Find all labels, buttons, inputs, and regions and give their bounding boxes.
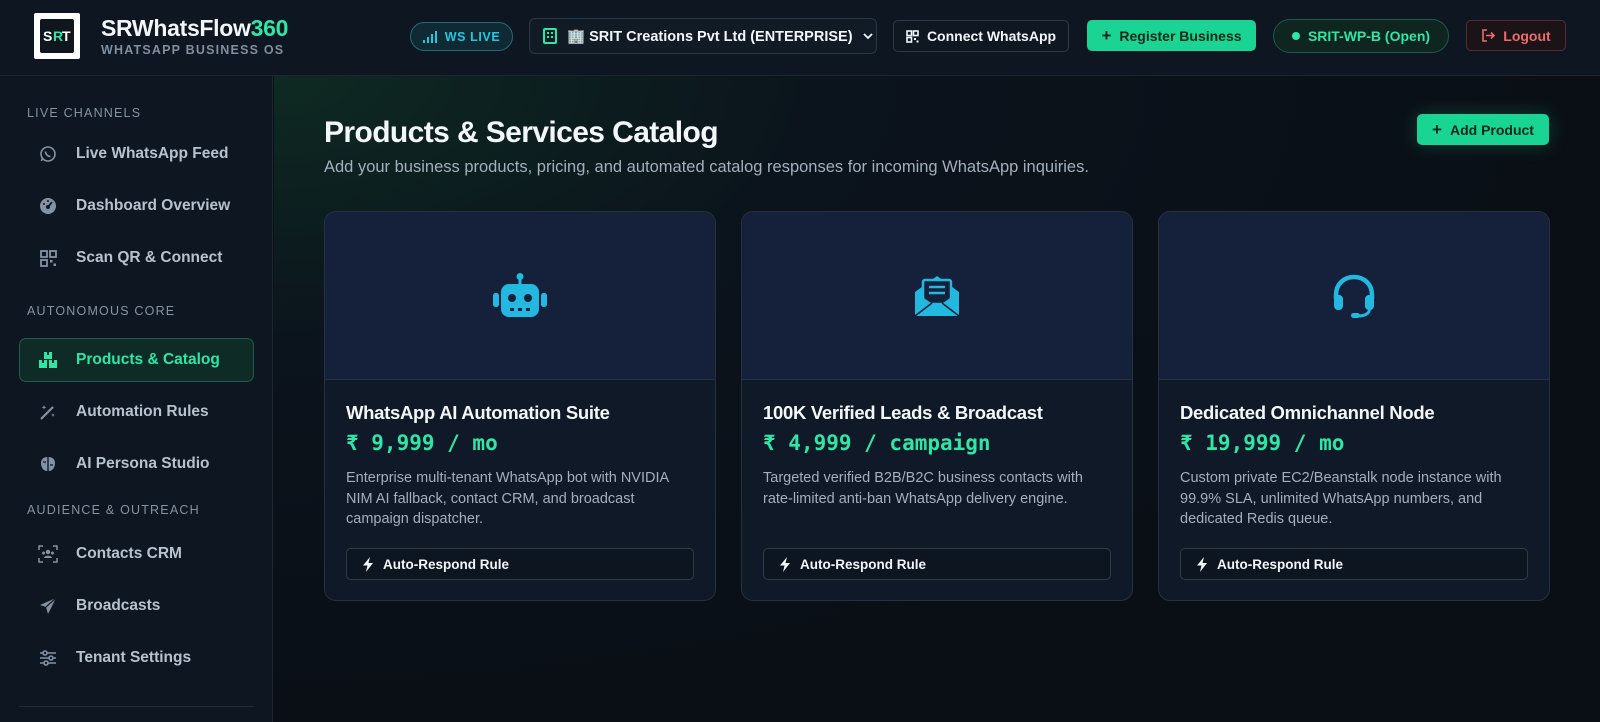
register-business-button[interactable]: + Register Business — [1087, 20, 1256, 51]
sidebar-item-label: Dashboard Overview — [76, 197, 231, 214]
product-description: Targeted verified B2B/B2C business conta… — [763, 470, 1083, 507]
chevron-down-icon — [862, 32, 873, 39]
building-icon — [543, 28, 557, 44]
sidebar-item-label: AI Persona Studio — [76, 455, 210, 472]
product-title: WhatsApp AI Automation Suite — [346, 402, 610, 423]
page-subtitle: Add your business products, pricing, and… — [324, 158, 1089, 176]
auto-respond-rule-label: Auto-Respond Rule — [383, 556, 509, 572]
logo-icon: S R T — [43, 28, 71, 44]
connect-whatsapp-button[interactable]: Connect WhatsApp — [893, 20, 1069, 52]
sidebar-item-dashboard-overview[interactable]: Dashboard Overview — [19, 184, 254, 228]
logout-label: Logout — [1503, 27, 1551, 44]
auto-respond-rule-label: Auto-Respond Rule — [800, 556, 926, 572]
sidebar-item-contacts-crm[interactable]: Contacts CRM — [19, 532, 254, 576]
paper-plane-icon — [38, 596, 58, 616]
svg-text:S: S — [43, 28, 52, 44]
sidebar-item-label: Automation Rules — [76, 403, 209, 420]
envelope-open-icon — [914, 275, 960, 317]
register-business-label: Register Business — [1119, 27, 1242, 44]
product-card[interactable]: 100K Verified Leads & Broadcast ₹ 4,999 … — [741, 211, 1133, 601]
robot-icon — [493, 272, 547, 317]
brand-logo[interactable]: S R T — [34, 13, 80, 59]
product-card[interactable]: WhatsApp AI Automation Suite ₹ 9,999 / m… — [324, 211, 716, 601]
product-card-media — [325, 212, 715, 380]
plus-icon: + — [1101, 26, 1112, 45]
qr-icon — [38, 248, 58, 268]
top-header: S R T SRWhatsFlow360 WHATSAPP BUSINESS O… — [0, 0, 1600, 76]
ws-live-label: WS LIVE — [444, 29, 501, 44]
section-label-audience-outreach: AUDIENCE & OUTREACH — [27, 503, 200, 517]
tenant-selector[interactable]: 🏢 SRIT Creations Pvt Ltd (ENTERPRISE) — [529, 18, 877, 54]
qr-grid-icon — [906, 29, 919, 43]
sidebar-divider — [19, 706, 254, 707]
auto-respond-rule-button[interactable]: Auto-Respond Rule — [1180, 548, 1528, 580]
sidebar-item-tenant-settings[interactable]: Tenant Settings — [19, 636, 254, 680]
sidebar-item-label: Broadcasts — [76, 597, 161, 614]
sidebar-item-label: Scan QR & Connect — [76, 249, 223, 266]
main-content: Products & Services Catalog Add your bus… — [274, 76, 1600, 722]
magic-wand-icon — [38, 402, 58, 422]
brand: SRWhatsFlow360 WHATSAPP BUSINESS OS — [101, 15, 288, 57]
product-price: ₹ 19,999 / mo — [1180, 431, 1345, 455]
section-label-autonomous-core: AUTONOMOUS CORE — [27, 304, 176, 318]
product-card-media — [742, 212, 1132, 380]
brand-subtitle: WHATSAPP BUSINESS OS — [101, 43, 285, 57]
auto-respond-rule-label: Auto-Respond Rule — [1217, 556, 1343, 572]
logout-button[interactable]: Logout — [1466, 20, 1566, 51]
brand-name-main: SRWhatsFlow — [101, 15, 251, 41]
product-description: Enterprise multi-tenant WhatsApp bot wit… — [346, 470, 669, 527]
sidebar-item-products-catalog[interactable]: Products & Catalog — [19, 338, 254, 382]
product-card[interactable]: Dedicated Omnichannel Node ₹ 19,999 / mo… — [1158, 211, 1550, 601]
product-price: ₹ 4,999 / campaign — [763, 431, 991, 455]
bolt-icon — [1197, 556, 1207, 572]
bolt-icon — [363, 556, 373, 572]
auto-respond-rule-button[interactable]: Auto-Respond Rule — [346, 548, 694, 580]
sidebar: LIVE CHANNELS Live WhatsApp Feed Dashboa… — [0, 76, 273, 722]
tenant-selector-value: 🏢 SRIT Creations Pvt Ltd (ENTERPRISE) — [567, 28, 853, 45]
product-card-media — [1159, 212, 1549, 380]
whatsapp-icon — [38, 144, 58, 164]
brand-name-accent: 360 — [250, 15, 289, 41]
connect-whatsapp-label: Connect WhatsApp — [926, 28, 1057, 44]
sidebar-item-label: Tenant Settings — [76, 649, 192, 666]
product-description: Custom private EC2/Beanstalk node instan… — [1180, 470, 1502, 527]
sidebar-item-broadcasts[interactable]: Broadcasts — [19, 584, 254, 628]
sidebar-item-automation-rules[interactable]: Automation Rules — [19, 390, 254, 434]
users-icon — [38, 544, 58, 564]
add-product-button[interactable]: + Add Product — [1417, 114, 1549, 145]
headset-icon — [1333, 274, 1375, 318]
logout-icon — [1482, 29, 1496, 42]
page-title: Products & Services Catalog — [324, 116, 719, 149]
logo-mark: S R T — [40, 19, 74, 53]
svg-text:T: T — [62, 28, 71, 44]
sliders-icon — [38, 648, 58, 668]
brain-icon — [38, 454, 58, 474]
session-status-pill[interactable]: SRIT-WP-B (Open) — [1273, 19, 1449, 53]
sidebar-item-label: Contacts CRM — [76, 545, 182, 562]
session-label: SRIT-WP-B (Open) — [1307, 28, 1431, 44]
sidebar-item-label: Products & Catalog — [76, 351, 220, 368]
plus-icon: + — [1432, 120, 1442, 139]
status-dot-icon — [1291, 32, 1300, 40]
product-price: ₹ 9,999 / mo — [346, 431, 498, 455]
sidebar-item-ai-persona-studio[interactable]: AI Persona Studio — [19, 442, 254, 486]
add-product-label: Add Product — [1449, 121, 1534, 138]
auto-respond-rule-button[interactable]: Auto-Respond Rule — [763, 548, 1111, 580]
sidebar-item-live-whatsapp-feed[interactable]: Live WhatsApp Feed — [19, 132, 254, 176]
product-title: Dedicated Omnichannel Node — [1180, 402, 1435, 423]
sidebar-item-scan-qr-connect[interactable]: Scan QR & Connect — [19, 236, 254, 280]
bolt-icon — [780, 556, 790, 572]
boxes-icon — [38, 350, 58, 370]
dashboard-icon — [38, 196, 58, 216]
signal-icon — [422, 30, 437, 43]
section-label-live-channels: LIVE CHANNELS — [27, 106, 142, 120]
ws-live-status: WS LIVE — [410, 22, 513, 51]
product-title: 100K Verified Leads & Broadcast — [763, 402, 1043, 423]
sidebar-item-label: Live WhatsApp Feed — [76, 145, 229, 162]
brand-name: SRWhatsFlow360 — [101, 15, 288, 42]
